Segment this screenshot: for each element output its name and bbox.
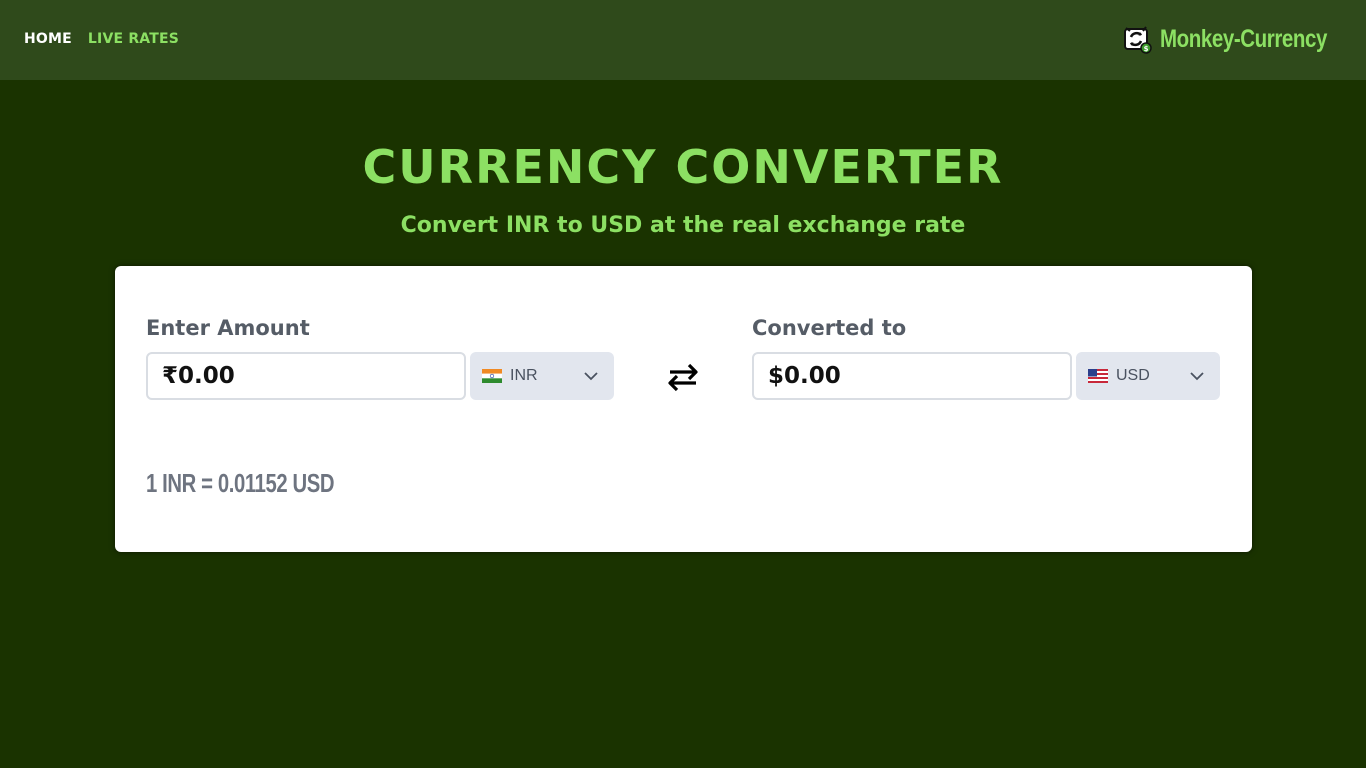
from-currency-select[interactable]: INR	[470, 352, 614, 400]
nav-link-home[interactable]: HOME	[24, 31, 72, 47]
to-currency-code: USD	[1116, 367, 1150, 384]
india-flag-icon	[482, 369, 502, 383]
page-subtitle: Convert INR to USD at the real exchange …	[400, 213, 966, 238]
page-title: CURRENCY CONVERTER	[362, 140, 1004, 194]
swap-arrows-icon[interactable]	[665, 359, 701, 395]
chevron-down-icon	[584, 372, 598, 381]
exchange-rate-text: 1 INR = 0.01152 USD	[146, 468, 335, 498]
brand-name: Monkey-Currency	[1160, 24, 1328, 53]
amount-label: Enter Amount	[146, 316, 310, 340]
us-flag-icon	[1088, 369, 1108, 383]
nav-links: HOME LIVE RATES	[24, 31, 179, 47]
brand[interactable]: $ Monkey-Currency	[1122, 22, 1338, 56]
monkey-currency-logo-icon: $	[1124, 26, 1153, 54]
amount-input[interactable]	[146, 352, 466, 400]
svg-text:$: $	[1144, 45, 1149, 53]
converter-card: Enter Amount INR Converted to USD	[115, 266, 1252, 552]
from-currency-code: INR	[510, 367, 538, 384]
converted-amount-input[interactable]	[752, 352, 1072, 400]
to-currency-select[interactable]: USD	[1076, 352, 1220, 400]
navbar: HOME LIVE RATES $ Monkey-Currency	[0, 0, 1366, 80]
chevron-down-icon	[1190, 372, 1204, 381]
converted-label: Converted to	[752, 316, 907, 340]
nav-link-live-rates[interactable]: LIVE RATES	[88, 31, 179, 47]
